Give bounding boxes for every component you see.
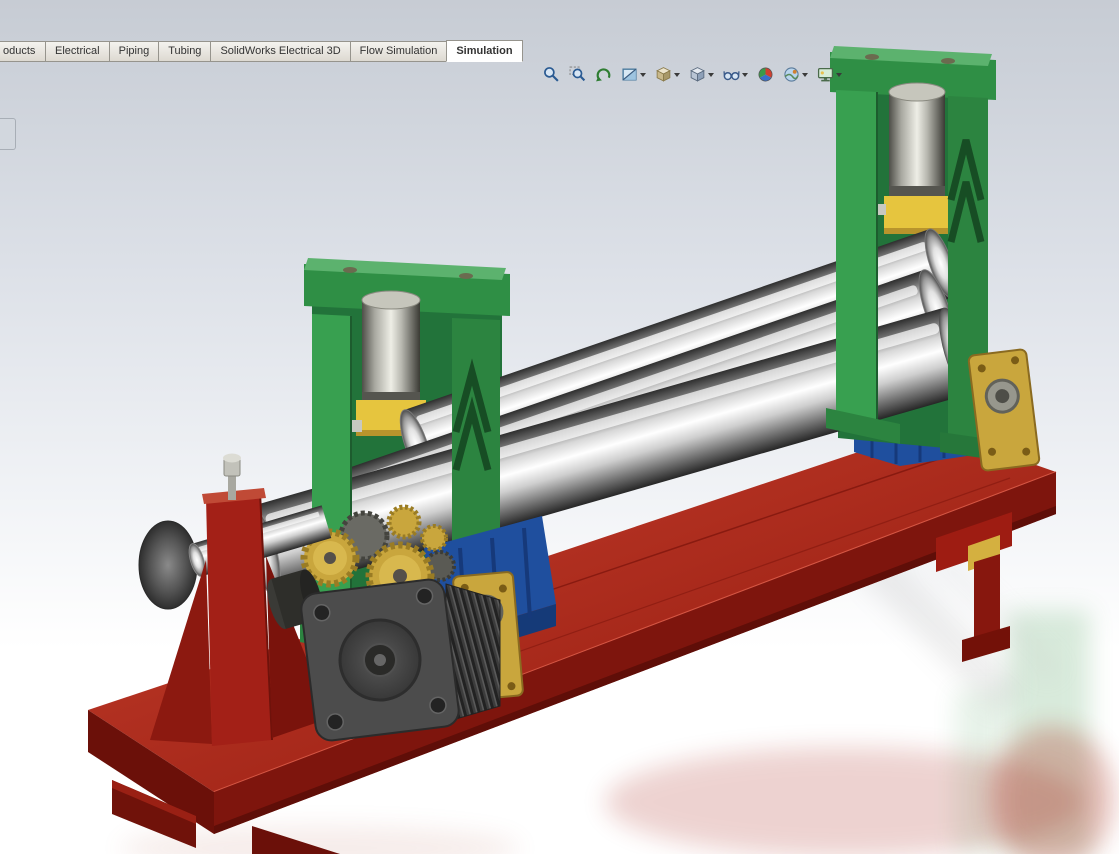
chevron-down-icon[interactable] [708,72,714,77]
zoom-to-fit-button[interactable] [542,65,561,84]
graphics-viewport[interactable] [0,0,1119,854]
view-orientation-button[interactable] [654,65,681,84]
tab-piping[interactable]: Piping [108,41,160,62]
tab-simulation[interactable]: Simulation [446,40,523,62]
feature-tree-flyout[interactable] [0,118,16,150]
tab-electrical[interactable]: Electrical [45,41,110,62]
chevron-down-icon[interactable] [742,72,748,77]
tab-solidworks-electrical-3d[interactable]: SolidWorks Electrical 3D [210,41,351,62]
tab-tubing[interactable]: Tubing [158,41,212,62]
hide-show-items-button[interactable] [722,65,749,84]
command-manager-tabs: oducts Electrical Piping Tubing SolidWor… [0,40,523,62]
tab-office-products[interactable]: oducts [0,41,46,62]
hide-show-items-icon [723,66,740,83]
zoom-to-fit-icon [543,66,560,83]
section-view-button[interactable] [620,65,647,84]
previous-view-button[interactable] [594,65,613,84]
edit-appearance-button[interactable] [756,65,775,84]
view-orientation-icon [655,66,672,83]
zoom-to-area-button[interactable] [568,65,587,84]
chevron-down-icon[interactable] [674,72,680,77]
solidworks-window: oducts Electrical Piping Tubing SolidWor… [0,0,1119,854]
previous-view-icon [595,66,612,83]
view-settings-button[interactable] [816,65,843,84]
chevron-down-icon[interactable] [640,72,646,77]
edit-appearance-icon [757,66,774,83]
tab-flow-simulation[interactable]: Flow Simulation [349,41,448,62]
heads-up-view-toolbar [542,65,843,84]
chevron-down-icon[interactable] [836,72,842,77]
section-view-icon [621,66,638,83]
view-settings-icon [817,66,834,83]
zoom-to-area-icon [569,66,586,83]
display-style-button[interactable] [688,65,715,84]
display-style-icon [689,66,706,83]
apply-scene-icon [783,66,800,83]
chevron-down-icon[interactable] [802,72,808,77]
apply-scene-button[interactable] [782,65,809,84]
